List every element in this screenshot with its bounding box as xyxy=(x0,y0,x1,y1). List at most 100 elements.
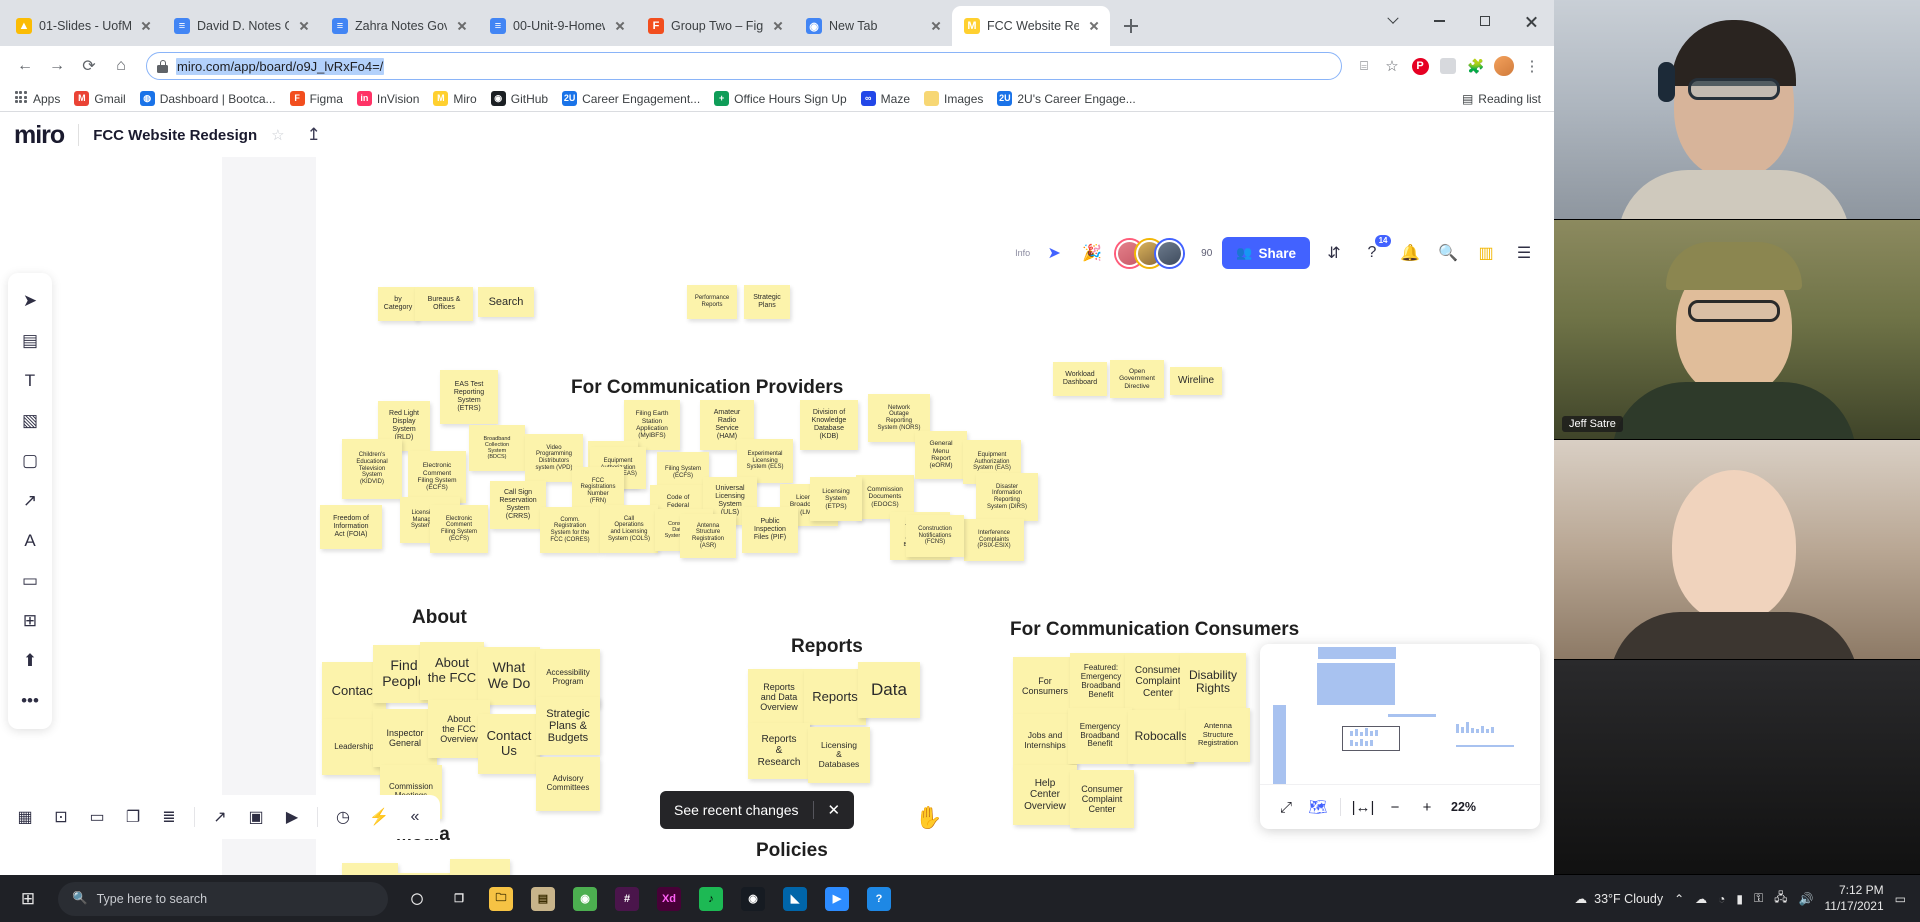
frame-tool[interactable]: ⊞ xyxy=(12,603,48,639)
close-window-button[interactable] xyxy=(1508,0,1554,42)
extensions-grid-icon[interactable]: ⌸ xyxy=(1352,54,1376,78)
fit-to-screen-icon[interactable]: |↔| xyxy=(1349,793,1377,821)
chevron-up-icon[interactable]: ⌃ xyxy=(1674,892,1684,906)
sticky-note[interactable]: FCC Podcast xyxy=(450,859,510,875)
comment-tool[interactable]: ▭ xyxy=(12,563,48,599)
github-icon[interactable]: ◉ xyxy=(732,879,774,919)
minimap-view[interactable] xyxy=(1260,644,1540,784)
panel-icon[interactable]: ☰ xyxy=(1510,239,1538,267)
sticky-note[interactable]: Bureaus & Offices xyxy=(415,287,473,321)
spotify-icon[interactable]: ♪ xyxy=(690,879,732,919)
help-icon[interactable]: ? xyxy=(858,879,900,919)
table-tool[interactable]: ▦ xyxy=(10,802,40,832)
sticky-note[interactable]: Children's Educational Television System… xyxy=(342,439,402,499)
bookmark-item[interactable]: Apps xyxy=(7,89,66,108)
volume-icon[interactable]: 🔊 xyxy=(1799,892,1814,906)
upload-tool[interactable]: ⬆ xyxy=(12,643,48,679)
close-tab-button[interactable] xyxy=(770,18,786,34)
list-tool[interactable]: ≣ xyxy=(154,802,184,832)
sticky-note[interactable]: Call Sign Reservation System (CRRS) xyxy=(490,481,546,529)
browser-tab[interactable]: M FCC Website Redesign xyxy=(952,6,1110,46)
confetti-icon[interactable]: 🎉 xyxy=(1078,239,1106,267)
file-explorer-icon[interactable]: 🗀 xyxy=(480,879,522,919)
pinterest-icon[interactable]: P xyxy=(1408,54,1432,78)
search-icon[interactable]: 🔍 xyxy=(1434,239,1462,267)
weather-widget[interactable]: ☁ 33°F Cloudy xyxy=(1575,891,1663,907)
maximize-button[interactable] xyxy=(1462,0,1508,42)
back-button[interactable]: ← xyxy=(10,51,40,81)
cursor-share-icon[interactable]: ➤ xyxy=(1040,239,1068,267)
image-tool[interactable]: ▣ xyxy=(241,802,271,832)
bookmark-item[interactable]: ∞ Maze xyxy=(855,89,916,108)
connector-tool[interactable]: ↗ xyxy=(12,483,48,519)
sticky-note[interactable]: Licensing System (ETPS) xyxy=(810,477,862,521)
timer-tool[interactable]: ◷ xyxy=(328,802,358,832)
zoom-icon[interactable]: ▶ xyxy=(816,879,858,919)
sticky-note[interactable]: Strategic Plans xyxy=(744,285,790,319)
slack-icon[interactable]: # xyxy=(606,879,648,919)
sticky-note[interactable]: Workload Dashboard xyxy=(1053,362,1107,396)
minimap-panel[interactable]: ⤢ 🗺 |↔| − + 22% xyxy=(1260,644,1540,829)
participant-tile-4[interactable] xyxy=(1554,660,1920,875)
browser-tab[interactable]: ◉ New Tab xyxy=(794,6,952,46)
sticky-note[interactable]: Disability Rights xyxy=(1180,653,1246,711)
bookmark-item[interactable]: M Gmail xyxy=(68,89,131,108)
sticky-note[interactable]: Featured: Emergency Broadband Benefit xyxy=(1070,653,1132,711)
close-tab-button[interactable] xyxy=(1086,18,1102,34)
sticky-note[interactable]: Electronic Comment Filing System (ECFS) xyxy=(408,451,466,503)
video-tool[interactable]: ▶ xyxy=(277,802,307,832)
sticky-note[interactable]: For Consumers xyxy=(1013,657,1077,715)
bookmark-item[interactable]: 2U Career Engagement... xyxy=(556,89,706,108)
sticky-note[interactable]: Open Government Directive xyxy=(1110,360,1164,398)
upload-icon[interactable]: ↥ xyxy=(307,125,321,145)
sticky-note[interactable]: Performance Reports xyxy=(687,285,737,319)
recent-changes-toast[interactable]: See recent changes ✕ xyxy=(660,791,855,829)
bookmark-item[interactable]: F Figma xyxy=(284,89,349,108)
sticky-note[interactable]: Electronic Comment Filing System (ECFS) xyxy=(430,505,488,553)
search-input[interactable]: 🔍 Type here to search xyxy=(58,881,388,916)
sticky-note[interactable]: Contact Us xyxy=(478,714,540,774)
address-bar[interactable]: miro.com/app/board/o9J_lvRxFo4=/ xyxy=(146,52,1342,80)
sticky-note[interactable]: Help Center Overview xyxy=(1013,765,1077,825)
sticky-note[interactable]: General Menu Report (eORM) xyxy=(915,431,967,479)
home-button[interactable]: ⌂ xyxy=(106,51,136,81)
collaborator-avatars[interactable] xyxy=(1116,239,1184,267)
browser-tab[interactable]: F Group Two – Figma xyxy=(636,6,795,46)
help-icon[interactable]: ? 14 xyxy=(1358,235,1391,267)
sticky-note[interactable]: Reports & Research xyxy=(748,723,810,779)
sticky-note[interactable]: Call Operations and Licensing System (CO… xyxy=(600,505,658,553)
start-button[interactable]: ⊞ xyxy=(6,879,50,919)
vscode-icon[interactable]: ◣ xyxy=(774,879,816,919)
apps-icon[interactable]: ▥ xyxy=(1472,239,1500,267)
puzzle-extensions-icon[interactable]: 🧩 xyxy=(1464,54,1488,78)
sticky-note[interactable]: Advisory Committees xyxy=(536,757,600,811)
map-icon[interactable]: 🗺 xyxy=(1304,793,1332,821)
sticky-note[interactable]: Interference Complaints (PSIX-ESIX) xyxy=(964,519,1024,561)
zoom-out-button[interactable]: − xyxy=(1381,793,1409,821)
bookmark-item[interactable]: in InVision xyxy=(351,89,425,108)
pen-tool[interactable]: A xyxy=(12,523,48,559)
bookmark-item[interactable]: ◉ GitHub xyxy=(485,89,554,108)
sticky-note-tool[interactable]: ▧ xyxy=(12,403,48,439)
sticky-note[interactable]: Broadband Collection System (BDCS) xyxy=(469,425,525,471)
network-icon[interactable]: 🖧 xyxy=(1774,888,1787,909)
close-tab-button[interactable] xyxy=(138,18,154,34)
sticky-note[interactable]: Data xyxy=(858,662,920,718)
notification-icon[interactable]: ▭ xyxy=(1895,892,1906,906)
comment-tool-bottom[interactable]: ▭ xyxy=(82,802,112,832)
sticky-note[interactable]: Wireline xyxy=(1170,367,1222,395)
cortana-icon[interactable]: ◯ xyxy=(396,879,438,919)
tab-search-button[interactable] xyxy=(1370,0,1416,42)
bookmark-item[interactable]: M Miro xyxy=(427,89,482,108)
sticky-note[interactable]: Search xyxy=(478,287,534,317)
reload-button[interactable]: ⟳ xyxy=(74,51,104,81)
sticky-note[interactable]: Licensing & Databases xyxy=(808,727,870,783)
sticky-note[interactable]: Freedom of Information Act (FOIA) xyxy=(320,505,382,549)
sticky-note[interactable]: Antenna Structure Registration xyxy=(1186,708,1250,762)
bookmark-item[interactable]: ◍ Dashboard | Bootca... xyxy=(134,89,282,108)
participant-tile-2[interactable]: Jeff Satre xyxy=(1554,220,1920,440)
bookmark-item[interactable]: 2U 2U's Career Engage... xyxy=(991,89,1141,108)
sticky-note[interactable]: Construction Notifications (FCNS) xyxy=(906,515,964,557)
star-icon[interactable]: ☆ xyxy=(271,126,284,144)
sticky-note[interactable]: Reports xyxy=(804,669,866,725)
